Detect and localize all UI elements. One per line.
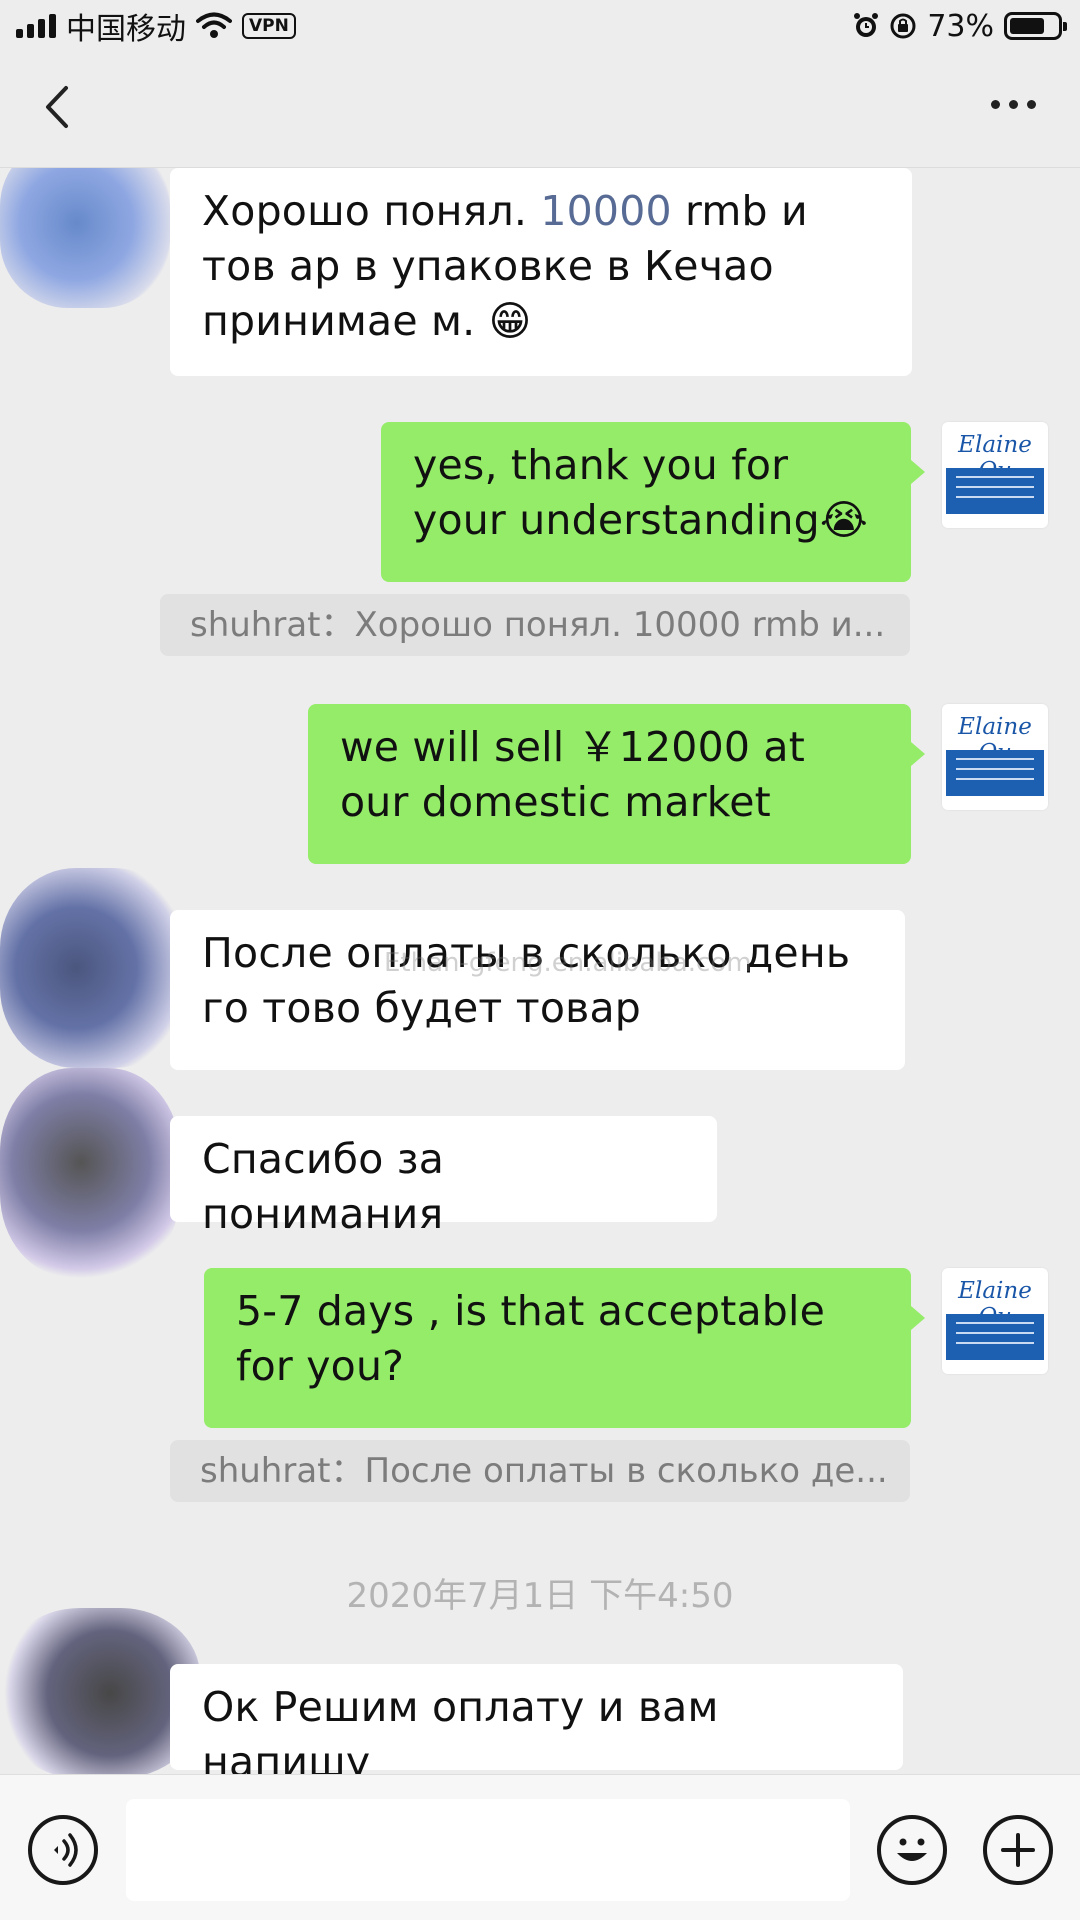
battery-icon <box>1004 12 1067 40</box>
message-incoming[interactable]: Ок Решим оплату и вам напишу <box>170 1664 903 1774</box>
message-text: Хорошо понял. <box>202 187 541 235</box>
message-text: Ок Решим оплату и вам напишу <box>202 1683 719 1774</box>
battery-percent: 73% <box>927 8 994 44</box>
watermark: Ethan-gfeng.en.alibaba.com <box>384 948 752 978</box>
avatar-logo-band <box>946 1314 1044 1360</box>
status-left: 中国移动 VPN <box>16 4 296 48</box>
rotation-lock-icon <box>890 13 916 39</box>
avatar-logo-band <box>946 750 1044 796</box>
more-dots-icon[interactable] <box>991 100 1036 109</box>
carrier-label: 中国移动 <box>66 12 186 47</box>
quote-text: shuhrat：После оплаты в сколько де... <box>200 1451 888 1491</box>
input-bar <box>0 1774 1080 1920</box>
message-text: yes, thank you for your understanding😭 <box>413 441 868 544</box>
message-number-link[interactable]: 10000 <box>540 187 671 235</box>
status-right: 73% <box>853 8 1067 44</box>
message-incoming[interactable]: Спасибо за понимания <box>170 1116 717 1238</box>
plus-icon[interactable] <box>983 1815 1053 1885</box>
message-outgoing[interactable]: yes, thank you for your understanding😭 <box>381 422 925 582</box>
message-text: Спасибо за понимания <box>202 1135 445 1238</box>
redaction-scribble <box>0 868 190 1068</box>
vpn-badge: VPN <box>242 13 296 39</box>
avatar[interactable]: Elaine Qu <box>942 422 1048 528</box>
chat-area[interactable]: Хорошо понял. 10000 rmb и тов ар в упако… <box>0 168 1080 1774</box>
message-incoming[interactable]: После оплаты в сколько день го тово буде… <box>170 910 905 1070</box>
message-text: 5-7 days , is that acceptable for you? <box>236 1287 826 1390</box>
redaction-scribble <box>0 1068 180 1278</box>
emoji-icon[interactable] <box>877 1815 947 1885</box>
status-bar: 中国移动 VPN 73% <box>0 0 1080 52</box>
message-outgoing[interactable]: 5-7 days , is that acceptable for you? <box>204 1268 925 1428</box>
redaction-scribble <box>0 168 170 308</box>
nav-bar <box>0 52 1080 168</box>
message-text: we will sell ￥12000 at our domestic mark… <box>340 723 805 826</box>
avatar[interactable]: Elaine Qu <box>942 1268 1048 1374</box>
avatar[interactable]: Elaine Qu <box>942 704 1048 810</box>
quote-reference[interactable]: shuhrat：После оплаты в сколько де... <box>170 1440 910 1502</box>
chevron-left-icon[interactable] <box>38 82 78 132</box>
wifi-icon <box>196 12 232 38</box>
quote-text: shuhrat：Хорошо понял. 10000 rmb и... <box>190 605 886 645</box>
alarm-icon <box>854 13 879 37</box>
voice-icon[interactable] <box>28 1815 98 1885</box>
message-input[interactable] <box>126 1799 850 1901</box>
signal-icon <box>16 14 56 38</box>
message-incoming[interactable]: Хорошо понял. 10000 rmb и тов ар в упако… <box>170 168 912 376</box>
message-outgoing[interactable]: we will sell ￥12000 at our domestic mark… <box>308 704 925 864</box>
quote-reference[interactable]: shuhrat：Хорошо понял. 10000 rmb и... <box>160 594 910 656</box>
message-text: После оплаты в сколько день го тово буде… <box>202 929 851 1032</box>
avatar-logo-band <box>946 468 1044 514</box>
message-timestamp: 2020年7月1日 下午4:50 <box>346 1576 734 1616</box>
